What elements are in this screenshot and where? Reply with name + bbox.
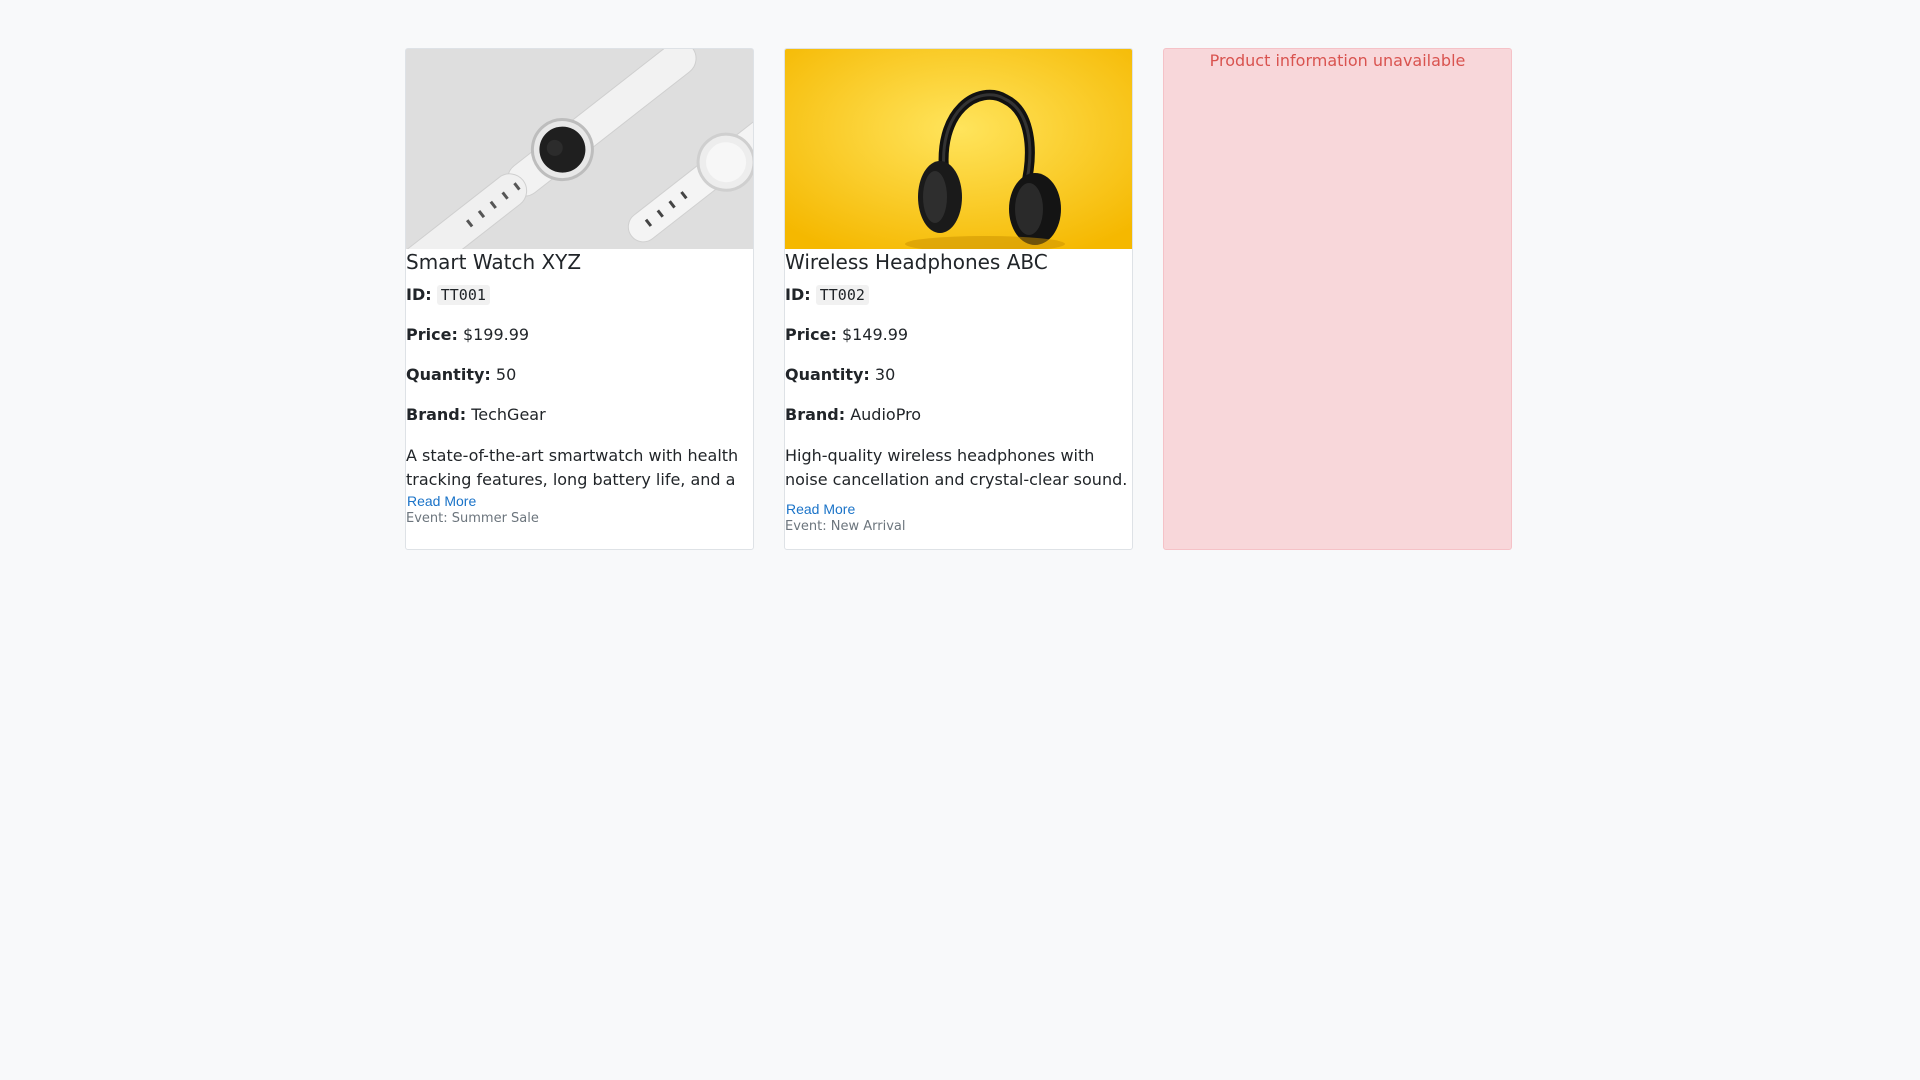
product-quantity-row: Quantity: 50 (406, 364, 753, 386)
product-price: $149.99 (841, 325, 909, 344)
product-grid: Smart Watch XYZ ID: TT001 Price: $199.99… (405, 48, 1512, 550)
error-card: Product information unavailable (1163, 48, 1512, 550)
product-card: Smart Watch XYZ ID: TT001 Price: $199.99… (405, 48, 754, 550)
product-price: $199.99 (462, 325, 530, 344)
product-brand-row: Brand: AudioPro (785, 404, 1132, 426)
product-title: Wireless Headphones ABC (785, 250, 1048, 274)
quantity-label: Quantity: (785, 365, 870, 384)
price-label: Price: (406, 325, 458, 344)
read-more-link[interactable]: Read More (786, 501, 855, 517)
product-description: A state-of-the-art smartwatch with healt… (406, 446, 739, 489)
price-label: Price: (785, 325, 837, 344)
product-brand-row: Brand: TechGear (406, 404, 753, 426)
headphones-image (785, 49, 1132, 249)
error-message: Product information unavailable (1209, 51, 1466, 70)
product-id: TT002 (815, 285, 869, 305)
product-quantity: 30 (874, 365, 896, 384)
product-price-row: Price: $149.99 (785, 324, 1132, 346)
product-card: Wireless Headphones ABC ID: TT002 Price:… (784, 48, 1133, 550)
brand-label: Brand: (785, 405, 846, 424)
read-more-link[interactable]: Read More (407, 493, 476, 509)
product-brand: AudioPro (850, 405, 922, 424)
id-label: ID: (785, 285, 811, 304)
product-id-row: ID: TT002 (785, 284, 1132, 306)
product-event: Event: New Arrival (785, 519, 906, 534)
smartwatch-image (406, 49, 753, 249)
product-quantity: 50 (495, 365, 517, 384)
product-price-row: Price: $199.99 (406, 324, 753, 346)
id-label: ID: (406, 285, 432, 304)
brand-label: Brand: (406, 405, 467, 424)
product-id-row: ID: TT001 (406, 284, 753, 306)
product-quantity-row: Quantity: 30 (785, 364, 1132, 386)
quantity-label: Quantity: (406, 365, 491, 384)
product-id: TT001 (436, 285, 490, 305)
product-event: Event: Summer Sale (406, 511, 539, 526)
product-brand: TechGear (471, 405, 546, 424)
product-title: Smart Watch XYZ (406, 250, 582, 274)
product-description: High-quality wireless headphones with no… (785, 446, 1128, 489)
